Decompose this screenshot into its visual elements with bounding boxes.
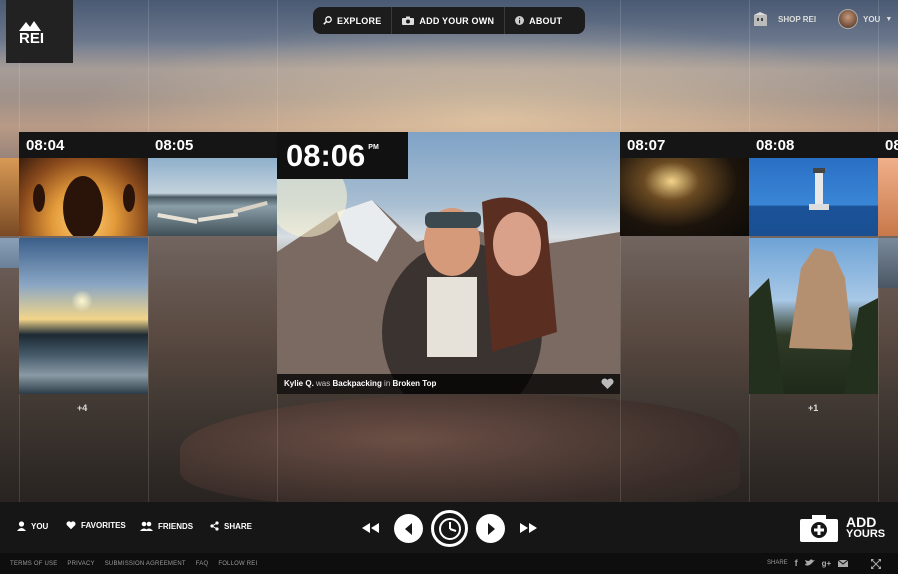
silhouette-image xyxy=(33,176,135,236)
time-slot-label: 08:04 xyxy=(19,132,148,158)
footer-share-label: SHARE xyxy=(767,560,788,566)
bottom-you-button[interactable]: YOU xyxy=(17,521,48,531)
caption-place[interactable]: Broken Top xyxy=(393,379,437,388)
time-slot-label: 08:05 xyxy=(148,132,277,158)
share-button[interactable]: SHARE xyxy=(210,521,252,531)
people-icon xyxy=(140,521,153,531)
camera-icon xyxy=(402,16,415,25)
nav-add-your-own[interactable]: ADD YOUR OWN xyxy=(392,7,506,34)
rewind-button[interactable] xyxy=(358,518,382,538)
photo-thumb[interactable] xyxy=(148,158,277,236)
top-nav: EXPLORE ADD YOUR OWN ABOUT xyxy=(313,7,585,34)
person-icon xyxy=(17,521,26,531)
fast-forward-button[interactable] xyxy=(517,518,541,538)
kayaks-image xyxy=(157,200,268,224)
sun-glow xyxy=(71,290,93,312)
time-slot-label: 08 xyxy=(878,132,898,158)
footer-terms[interactable]: TERMS OF USE xyxy=(10,561,57,567)
friends-button[interactable]: FRIENDS xyxy=(140,521,193,531)
shop-rei-link[interactable]: SHOP REI xyxy=(754,12,816,26)
share-label: SHARE xyxy=(224,521,253,531)
photo-thumb[interactable] xyxy=(19,158,148,236)
caption-was: was xyxy=(313,379,333,388)
photo-thumb[interactable] xyxy=(878,238,898,288)
fast-forward-icon xyxy=(520,523,537,533)
google-plus-icon[interactable]: g+ xyxy=(822,559,832,568)
caption-user[interactable]: Kylie Q. xyxy=(284,379,314,388)
avatar xyxy=(838,9,858,29)
user-menu-label: YOU xyxy=(863,14,881,24)
search-icon xyxy=(323,16,332,25)
photo-thumb[interactable] xyxy=(0,158,19,236)
tower-rock-image xyxy=(749,248,878,394)
footer-submission[interactable]: SUBMISSION AGREEMENT xyxy=(105,561,186,567)
share-icon xyxy=(210,521,219,531)
nav-about-label: ABOUT xyxy=(529,15,563,26)
nav-explore[interactable]: EXPLORE xyxy=(313,7,393,34)
photo-thumb[interactable] xyxy=(878,158,898,236)
app-stage: REI EXPLORE ADD YOUR OWN ABOUT SHOP REI … xyxy=(0,0,898,574)
bottom-you-label: YOU xyxy=(31,521,49,531)
favorites-label: FAVORITES xyxy=(81,521,126,530)
favorites-button[interactable]: FAVORITES xyxy=(66,521,126,530)
twitter-icon[interactable] xyxy=(804,559,815,567)
photo-thumb[interactable] xyxy=(749,158,878,236)
rewind-icon xyxy=(362,523,379,533)
nav-explore-label: EXPLORE xyxy=(337,15,382,26)
yours-label: YOURS xyxy=(846,528,886,540)
add-label: ADD xyxy=(846,514,877,530)
store-icon xyxy=(754,12,767,26)
shop-label: SHOP REI xyxy=(778,14,817,24)
next-button[interactable] xyxy=(476,514,505,543)
more-count[interactable]: +4 xyxy=(77,403,87,413)
photo-thumb[interactable] xyxy=(19,238,148,394)
add-yours-button[interactable]: ADD YOURS xyxy=(800,514,885,542)
nav-add-label: ADD YOUR OWN xyxy=(419,15,495,26)
featured-time-ampm: PM xyxy=(368,144,379,151)
fullscreen-icon[interactable] xyxy=(871,559,881,569)
rei-logo-mark: REI xyxy=(18,20,44,45)
grid-line xyxy=(620,0,621,502)
grid-line xyxy=(148,0,149,502)
time-slot-label: 08:08 xyxy=(749,132,878,158)
chevron-down-icon: ▼ xyxy=(885,15,893,23)
photo-thumb[interactable] xyxy=(749,238,878,394)
heart-icon[interactable] xyxy=(601,377,614,395)
nav-about[interactable]: ABOUT xyxy=(505,7,572,34)
logo-text: REI xyxy=(19,30,44,45)
rei-logo[interactable]: REI xyxy=(6,0,73,63)
featured-time: 08:06 PM xyxy=(277,132,408,179)
info-icon xyxy=(515,16,525,25)
clock-button[interactable] xyxy=(431,510,468,547)
user-menu[interactable]: YOU ▼ xyxy=(838,9,892,29)
email-icon[interactable] xyxy=(838,559,849,567)
play-right-icon xyxy=(487,522,495,535)
facebook-icon[interactable]: f xyxy=(795,558,798,568)
clock-icon xyxy=(438,517,461,540)
footer-faq[interactable]: FAQ xyxy=(196,561,209,567)
friends-label: FRIENDS xyxy=(158,521,194,531)
footer-follow[interactable]: FOLLOW REI xyxy=(218,561,257,567)
footer-share: SHARE f g+ xyxy=(767,558,849,568)
photo-thumb[interactable] xyxy=(0,238,19,268)
previous-button[interactable] xyxy=(394,514,423,543)
footer-privacy[interactable]: PRIVACY xyxy=(67,561,94,567)
photo-thumb[interactable] xyxy=(620,158,749,236)
background-rock xyxy=(180,395,740,505)
featured-time-value: 08:06 xyxy=(286,138,366,173)
caption-in: in xyxy=(381,379,393,388)
more-count[interactable]: +1 xyxy=(808,403,818,413)
add-yours-text: ADD YOURS xyxy=(846,514,886,540)
featured-caption: Kylie Q. was Backpacking in Broken Top xyxy=(277,374,620,394)
heart-icon xyxy=(66,521,76,530)
footer: TERMS OF USE PRIVACY SUBMISSION AGREEMEN… xyxy=(0,553,898,574)
play-left-icon xyxy=(404,522,412,535)
background-clouds xyxy=(0,40,898,100)
lighthouse-image xyxy=(809,168,829,210)
add-camera-icon xyxy=(800,515,838,542)
time-slot-label: 08:07 xyxy=(620,132,749,158)
caption-activity[interactable]: Backpacking xyxy=(332,379,381,388)
